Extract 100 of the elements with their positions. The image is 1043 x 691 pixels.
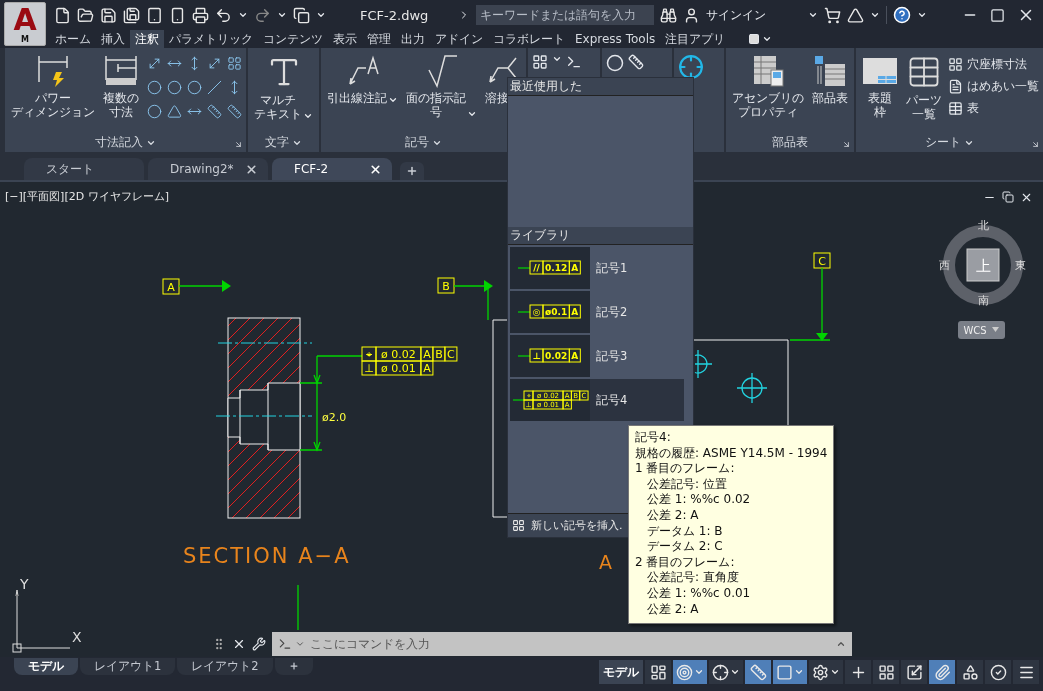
status-toggle[interactable] <box>873 660 899 684</box>
ribbon-button[interactable]: 穴座標寸法 <box>948 56 1039 73</box>
dimension-tool-icon[interactable] <box>147 80 162 95</box>
tablet-icon[interactable] <box>146 6 163 24</box>
command-input[interactable]: ここにコマンドを入力 <box>308 636 833 652</box>
viewport-controls[interactable]: [−][平面図][2D ワイヤフレーム] <box>5 189 169 204</box>
workspace-icon[interactable] <box>293 6 310 24</box>
dimension-tool-icon[interactable] <box>147 104 162 119</box>
dimension-tool-icon[interactable] <box>167 80 182 95</box>
caret-icon[interactable] <box>917 10 928 20</box>
dimension-tool-icon[interactable] <box>207 104 222 119</box>
ribbon-button[interactable]: 表 <box>948 100 1039 117</box>
new-layout-button[interactable] <box>274 658 313 675</box>
restore-icon[interactable] <box>1002 191 1014 203</box>
redo-icon[interactable] <box>254 6 271 24</box>
close-icon[interactable] <box>1020 191 1033 204</box>
status-toggle[interactable] <box>673 660 707 684</box>
ribbon-tab[interactable]: 管理 <box>362 30 396 48</box>
help-icon[interactable] <box>893 6 912 24</box>
ribbon-button[interactable]: 引出線注記 <box>325 54 400 105</box>
status-toggle[interactable] <box>773 660 807 684</box>
save-icon[interactable] <box>100 6 117 24</box>
compass-label[interactable]: 西 <box>938 259 950 272</box>
undo-icon[interactable] <box>215 6 232 24</box>
status-toggle[interactable] <box>709 660 743 684</box>
status-toggle[interactable] <box>745 660 771 684</box>
ribbon-tab[interactable]: 出力 <box>396 30 430 48</box>
circle-icon[interactable] <box>606 54 624 72</box>
model-button[interactable]: モデル <box>599 660 643 684</box>
close-icon[interactable] <box>369 162 382 176</box>
dimension-tool-icon[interactable] <box>147 56 162 71</box>
file-icon[interactable] <box>54 6 71 24</box>
ribbon-button[interactable]: 部品表 <box>810 54 850 105</box>
caret-icon[interactable] <box>808 10 819 20</box>
cart-icon[interactable] <box>824 6 842 24</box>
triangle-icon[interactable] <box>847 6 865 24</box>
close-icon[interactable] <box>232 637 246 651</box>
ribbon-tab[interactable]: 注釈 <box>130 30 164 48</box>
dimension-tool-icon[interactable] <box>187 80 202 95</box>
ribbon-tab[interactable]: コンテンツ <box>258 30 328 48</box>
ribbon-button[interactable]: パワー ディメンジョン <box>9 54 97 119</box>
ribbon-button[interactable]: アセンブリの プロパティ <box>730 54 806 119</box>
status-toggle[interactable] <box>645 660 671 684</box>
wrench-icon[interactable] <box>252 637 266 651</box>
ribbon-tab[interactable]: アドイン <box>430 30 488 48</box>
launcher-icon[interactable] <box>234 140 243 149</box>
ribbon-button[interactable]: 複数の 寸法 <box>101 54 141 119</box>
ribbon-tab[interactable]: ホーム <box>50 30 96 48</box>
caret-icon[interactable] <box>238 10 248 20</box>
caret-icon[interactable] <box>762 34 773 44</box>
layout-tab[interactable]: レイアウト1 <box>80 658 176 675</box>
caret-icon[interactable] <box>830 667 840 677</box>
caret-icon[interactable] <box>303 111 313 121</box>
launcher-icon[interactable] <box>842 140 851 149</box>
ribbon-tab[interactable]: パラメトリック <box>164 30 258 48</box>
printer-icon[interactable] <box>192 6 209 24</box>
ribbon-tab[interactable]: 注目アプリ <box>660 30 731 48</box>
ruler-icon[interactable] <box>628 54 644 70</box>
close-icon[interactable] <box>245 162 258 176</box>
new-tab-button[interactable] <box>400 162 424 180</box>
ribbon-button[interactable]: はめあい一覧 <box>948 78 1039 95</box>
layout-tab[interactable]: モデル <box>14 658 78 675</box>
ribbon-button[interactable]: マルチ テキスト <box>252 54 315 121</box>
dimension-tool-icon[interactable] <box>167 104 182 119</box>
caret-icon[interactable] <box>730 667 740 677</box>
dimension-tool-icon[interactable] <box>207 56 222 71</box>
compass-label[interactable]: 東 <box>1014 259 1026 272</box>
save-icon[interactable] <box>123 6 140 24</box>
wcs-button[interactable]: WCS <box>958 321 1005 339</box>
panel-title[interactable]: 寸法記入 <box>95 135 156 150</box>
panel-title[interactable]: 文字 <box>265 135 302 150</box>
launcher-icon[interactable] <box>1031 140 1040 149</box>
library-item[interactable]: ◎ ø0.1 A 記号2 <box>510 291 694 333</box>
library-item[interactable]: ⊥ 0.02 A 記号3 <box>510 335 694 377</box>
status-toggle[interactable] <box>901 660 927 684</box>
caret-icon[interactable] <box>388 95 398 105</box>
status-toggle[interactable] <box>929 660 955 684</box>
status-toggle[interactable] <box>985 660 1011 684</box>
panel-title[interactable]: 記号 <box>405 135 442 150</box>
ribbon-tab[interactable]: Express Tools <box>570 30 661 48</box>
ribbon-button[interactable]: パーツ 一覧 <box>904 54 944 121</box>
folder-icon[interactable] <box>77 6 94 24</box>
ribbon-toggle-icon[interactable] <box>748 33 761 45</box>
caret-icon[interactable] <box>277 10 287 20</box>
status-toggle[interactable] <box>1013 660 1039 684</box>
ribbon-tab[interactable]: 挿入 <box>96 30 130 48</box>
caret-icon[interactable] <box>467 109 477 119</box>
search-field[interactable]: キーワードまたは語句を入力 <box>476 5 655 25</box>
binoculars-icon[interactable] <box>660 6 678 24</box>
file-tab[interactable]: Drawing2* <box>148 158 268 180</box>
dimension-tool-icon[interactable] <box>227 56 242 71</box>
ribbon-button[interactable]: 表題 枠 <box>860 54 900 119</box>
ribbon-tab[interactable]: コラボレート <box>488 30 570 48</box>
maximize-icon[interactable] <box>990 7 1005 23</box>
compass-label[interactable]: 南 <box>977 294 989 307</box>
status-toggle[interactable] <box>957 660 983 684</box>
caret-icon[interactable] <box>552 54 562 64</box>
ribbon-tab[interactable]: 表示 <box>328 30 362 48</box>
status-toggle[interactable] <box>845 660 871 684</box>
file-tab[interactable]: スタート <box>24 158 144 180</box>
